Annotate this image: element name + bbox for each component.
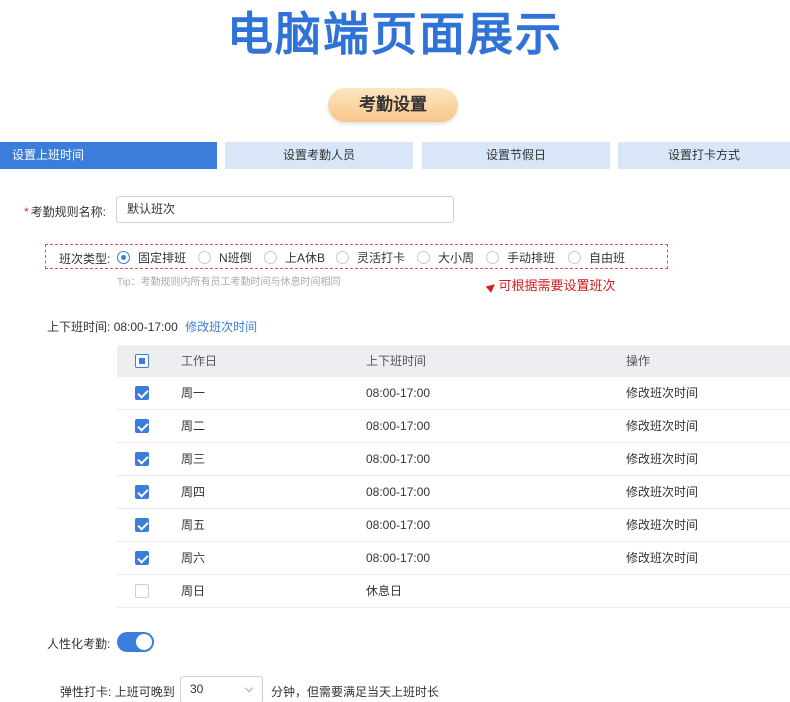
select-all-checkbox[interactable] — [135, 354, 149, 368]
radio-a-on-b-off[interactable]: 上A休B — [264, 250, 326, 265]
chevron-down-icon — [244, 683, 254, 693]
shift-note-text: 可根据需要设置班次 — [498, 278, 616, 293]
row-checkbox[interactable] — [135, 518, 149, 532]
radio-label: 手动排班 — [507, 250, 556, 265]
row-day: 周四 — [181, 485, 206, 499]
radio-label: 大小周 — [438, 250, 475, 265]
table-row: 周一 08:00-17:00 修改班次时间 — [117, 377, 790, 410]
table-row: 周六 08:00-17:00 修改班次时间 — [117, 542, 790, 575]
header-hours: 上下班时间 — [366, 354, 427, 368]
row-day: 周六 — [181, 551, 206, 565]
radio-big-small-week[interactable]: 大小周 — [417, 250, 475, 265]
toggle-knob — [136, 634, 152, 650]
radio-label: N班倒 — [219, 250, 252, 265]
radio-dot-icon — [417, 250, 430, 264]
row-hours: 08:00-17:00 — [366, 452, 431, 466]
schedule-table: 工作日 上下班时间 操作 周一 08:00-17:00 修改班次时间 周二 08:00-… — [117, 345, 790, 608]
radio-flexible-clock[interactable]: 灵活打卡 — [336, 250, 406, 265]
radio-label: 灵活打卡 — [357, 250, 406, 265]
row-edit-link[interactable]: 修改班次时间 — [626, 476, 698, 508]
flex-clock-prefix: 上班可晚到 — [114, 685, 175, 699]
row-day: 周二 — [181, 419, 206, 433]
table-row: 周三 08:00-17:00 修改班次时间 — [117, 443, 790, 476]
radio-dot-icon — [336, 250, 349, 264]
section-pill: 考勤设置 — [328, 88, 458, 122]
row-day: 周三 — [181, 452, 206, 466]
radio-label: 上A休B — [285, 250, 326, 265]
tab-bar: 设置上班时间 设置考勤人员 设置节假日 设置打卡方式 — [0, 142, 790, 169]
row-checkbox[interactable] — [135, 551, 149, 565]
table-body: 周一 08:00-17:00 修改班次时间 周二 08:00-17:00 修改班次时间 周三… — [117, 377, 790, 608]
radio-dot-icon — [568, 250, 581, 264]
flex-clock-label: 弹性打卡: 上班可晚到 — [60, 683, 175, 700]
radio-label: 自由班 — [589, 250, 626, 265]
tab-set-holidays[interactable]: 设置节假日 — [422, 142, 610, 169]
row-edit-link[interactable]: 修改班次时间 — [626, 542, 698, 574]
shift-type-label: 班次类型: — [59, 252, 111, 266]
radio-n-rotation[interactable]: N班倒 — [198, 250, 252, 265]
late-minutes-select[interactable]: 30 — [180, 676, 263, 702]
radio-label: 固定排班 — [138, 250, 187, 265]
row-hours: 08:00-17:00 — [366, 419, 431, 433]
row-edit-link[interactable]: 修改班次时间 — [626, 377, 698, 409]
row-day: 周五 — [181, 518, 206, 532]
row-checkbox[interactable] — [135, 584, 149, 598]
row-checkbox[interactable] — [135, 386, 149, 400]
header-action: 操作 — [626, 354, 651, 368]
shift-type-group: 班次类型: 固定排班 N班倒 上A休B 灵活打卡 大小周 手动排班 自由班 — [45, 244, 668, 269]
radio-fixed-shift[interactable]: 固定排班 — [117, 250, 187, 265]
tab-set-clock-method[interactable]: 设置打卡方式 — [618, 142, 790, 169]
late-minutes-value: 30 — [190, 682, 204, 696]
flex-clock-label-text: 弹性打卡: — [60, 685, 112, 699]
required-mark: * — [24, 205, 29, 219]
row-checkbox[interactable] — [135, 419, 149, 433]
radio-dot-icon — [198, 250, 211, 264]
tab-set-attendees[interactable]: 设置考勤人员 — [225, 142, 413, 169]
table-row: 周四 08:00-17:00 修改班次时间 — [117, 476, 790, 509]
row-edit-link[interactable]: 修改班次时间 — [626, 509, 698, 541]
shift-note: ▶可根据需要设置班次 — [484, 275, 616, 295]
row-day: 周一 — [181, 386, 206, 400]
rule-name-input[interactable]: 默认班次 — [116, 196, 454, 223]
row-checkbox[interactable] — [135, 485, 149, 499]
banner-title: 电脑端页面展示 — [227, 7, 563, 61]
radio-free-shift[interactable]: 自由班 — [568, 250, 626, 265]
tab-set-work-hours[interactable]: 设置上班时间 — [0, 142, 217, 169]
row-edit-link[interactable]: 修改班次时间 — [626, 443, 698, 475]
shift-tip: Tip：考勤规则内所有员工考勤时间与休息时间相同 — [117, 277, 341, 288]
table-row: 周二 08:00-17:00 修改班次时间 — [117, 410, 790, 443]
radio-manual-shift[interactable]: 手动排班 — [486, 250, 556, 265]
rule-name-label: * 考勤规则名称: — [24, 203, 106, 220]
humanized-label: 人性化考勤: — [47, 637, 111, 651]
row-hours: 08:00-17:00 — [366, 551, 431, 565]
row-hours: 08:00-17:00 — [366, 485, 431, 499]
rule-name-label-text: 考勤规则名称: — [30, 205, 107, 219]
humanized-toggle[interactable] — [117, 632, 154, 652]
header-day: 工作日 — [181, 354, 218, 368]
table-row: 周五 08:00-17:00 修改班次时间 — [117, 509, 790, 542]
row-hours: 休息日 — [366, 584, 403, 598]
radio-dot-icon — [117, 250, 130, 264]
radio-dot-icon — [264, 250, 277, 264]
row-hours: 08:00-17:00 — [366, 518, 431, 532]
radio-dot-icon — [486, 250, 499, 264]
arrow-icon: ▶ — [484, 279, 499, 295]
row-checkbox[interactable] — [135, 452, 149, 466]
edit-hours-link[interactable]: 修改班次时间 — [185, 320, 257, 334]
table-header: 工作日 上下班时间 操作 — [117, 345, 790, 377]
row-hours: 08:00-17:00 — [366, 386, 431, 400]
hours-value: 08:00-17:00 — [113, 320, 178, 334]
row-day: 周日 — [181, 584, 206, 598]
hours-row: 上下班时间: 08:00-17:00 修改班次时间 — [47, 318, 257, 335]
hours-label: 上下班时间: — [47, 320, 111, 334]
flex-clock-suffix: 分钟，但需要满足当天上班时长 — [271, 685, 440, 699]
table-row: 周日 休息日 — [117, 575, 790, 608]
row-edit-link[interactable]: 修改班次时间 — [626, 410, 698, 442]
